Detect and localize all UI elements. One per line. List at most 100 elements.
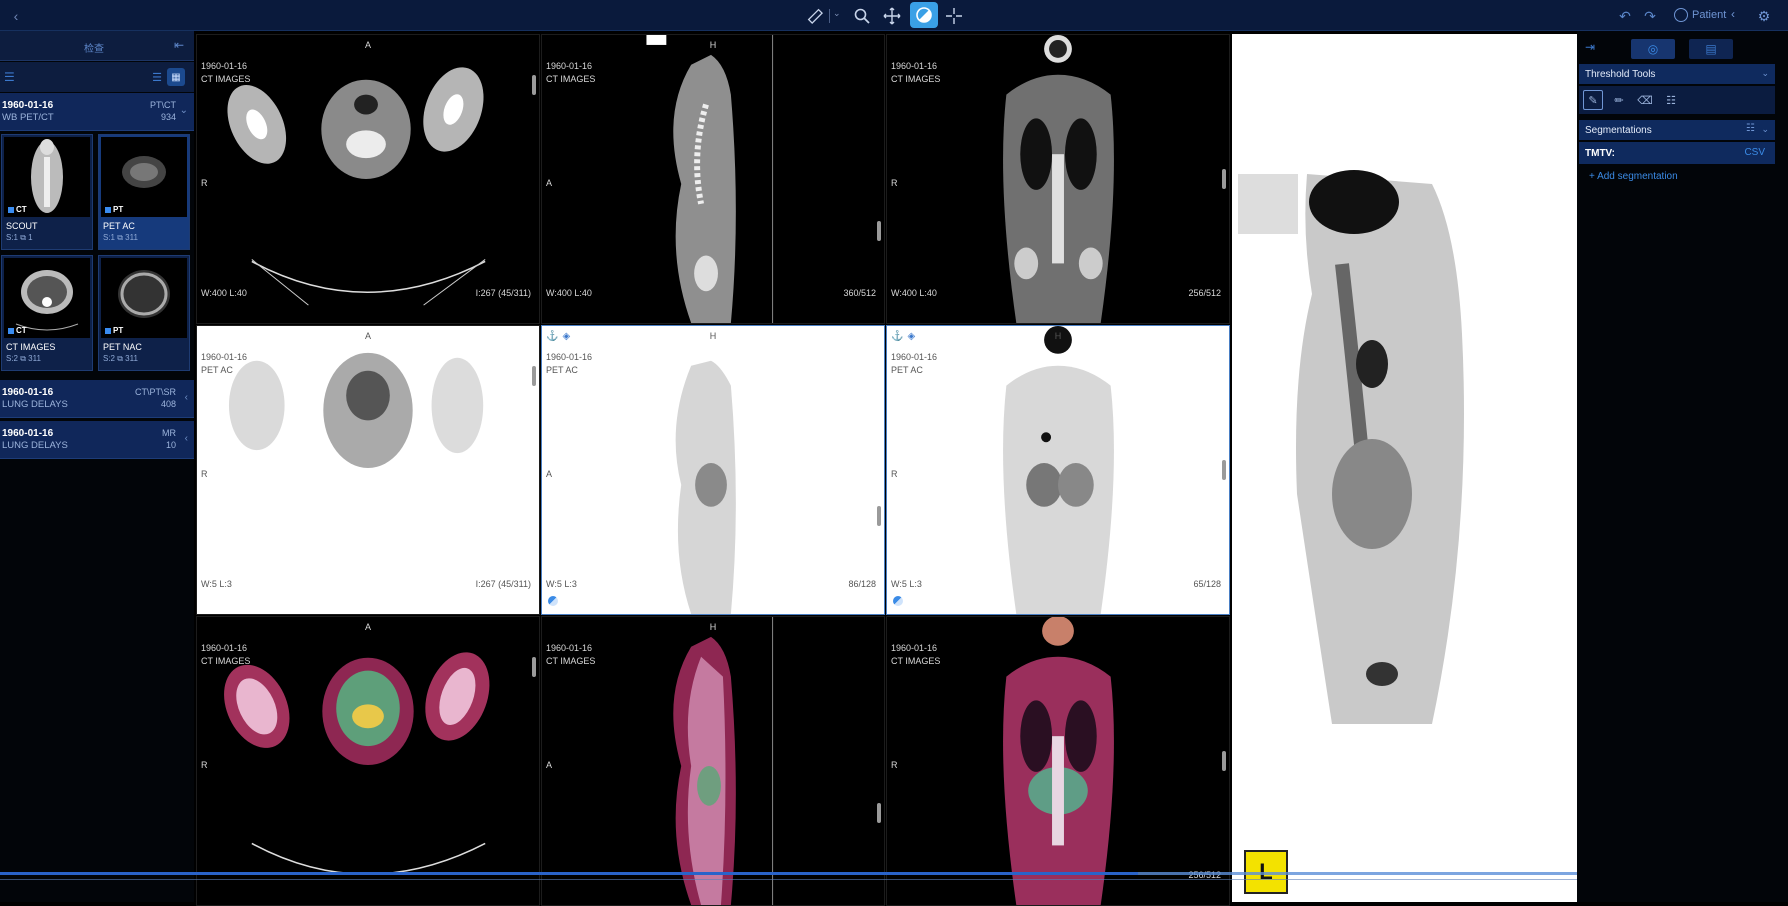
- orientation-top: A: [364, 331, 371, 341]
- series-name: CT IMAGES: [6, 342, 56, 352]
- colormap-icon[interactable]: [548, 596, 558, 606]
- viewport-scrollbar[interactable]: [1222, 460, 1226, 480]
- chevron-down-icon[interactable]: ⌄: [1761, 68, 1769, 79]
- slice-index: I:267 (45/311): [475, 288, 531, 298]
- orientation-left: A: [546, 178, 553, 188]
- viewport-series: PET AC: [546, 365, 578, 375]
- patient-chevron-icon[interactable]: ‹: [1731, 7, 1735, 21]
- tool-dropdown-caret-icon[interactable]: ⌄: [833, 8, 841, 19]
- study-modalities: CT\PT\SR: [134, 387, 176, 397]
- series-thumbnail[interactable]: PT PET NAC S:2 ⧉ 311: [98, 255, 190, 371]
- viewport-scrollbar[interactable]: [1222, 751, 1226, 771]
- report-tab-icon[interactable]: ▤: [1689, 39, 1733, 59]
- viewport-ct-sagittal[interactable]: H 1960-01-16 CT IMAGES A W:400 L:40 360/…: [541, 34, 885, 324]
- chevron-left-icon[interactable]: ‹: [185, 392, 188, 403]
- add-segmentation-button[interactable]: + Add segmentation: [1589, 171, 1678, 182]
- series-thumbnail[interactable]: PT PET AC S:1 ⧉ 311: [98, 134, 190, 250]
- viewport-grid: A 1960-01-16 CT IMAGES R W:400 L:40 I:26…: [196, 34, 1232, 906]
- modality-badge: PT: [105, 326, 123, 335]
- viewport-scrollbar[interactable]: [532, 366, 536, 386]
- viewport-fusion-coronal[interactable]: 1960-01-16 CT IMAGES R 256/512: [886, 616, 1230, 906]
- pan-icon[interactable]: [880, 4, 904, 28]
- viewport-fusion-axial[interactable]: A 1960-01-16 CT IMAGES R: [196, 616, 540, 906]
- ruler-icon[interactable]: [803, 4, 827, 28]
- viewport-series: CT IMAGES: [201, 74, 251, 84]
- threshold-brush-icon[interactable]: ✎: [1583, 90, 1603, 110]
- series-meta: S:1 ⧉ 1: [6, 233, 33, 242]
- undo-icon[interactable]: ↶: [1613, 4, 1637, 28]
- study-item[interactable]: 1960-01-16 WB PET/CT PT\CT 934 ⌄: [0, 93, 194, 131]
- segmentation-tab-icon[interactable]: ◎: [1631, 39, 1675, 59]
- study-modalities: PT\CT: [150, 100, 176, 110]
- redo-icon[interactable]: ↷: [1638, 4, 1662, 28]
- crosshair-icon[interactable]: [942, 4, 966, 28]
- threshold-tools-header[interactable]: Threshold Tools ⌄: [1579, 64, 1775, 84]
- orientation-left: R: [201, 760, 208, 770]
- window-level-readout: W:400 L:40: [546, 288, 592, 298]
- pet-coronal-image: [1003, 326, 1114, 614]
- viewport-scrollbar[interactable]: [877, 221, 881, 241]
- sliders-icon[interactable]: ☷: [1746, 123, 1755, 134]
- pet-sagittal-image: [675, 360, 736, 614]
- viewport-date: 1960-01-16: [891, 643, 938, 653]
- viewport-pet-coronal[interactable]: ⚓◈ H 1960-01-16 PET AC R W:5 L:3 65/128: [886, 325, 1230, 615]
- modality-badge: CT: [8, 326, 27, 335]
- viewport-fusion-sagittal[interactable]: H 1960-01-16 CT IMAGES A: [541, 616, 885, 906]
- gear-icon[interactable]: ⚙: [1752, 4, 1776, 28]
- viewport-date: 1960-01-16: [546, 352, 593, 362]
- viewport-series: CT IMAGES: [546, 74, 596, 84]
- study-item[interactable]: 1960-01-16 LUNG DELAYS CT\PT\SR 408 ‹: [0, 380, 194, 418]
- sliders-icon[interactable]: ☷: [1661, 90, 1681, 110]
- patient-button[interactable]: Patient: [1674, 6, 1726, 24]
- study-description: LUNG DELAYS: [2, 399, 68, 410]
- viewport-series: CT IMAGES: [201, 656, 251, 666]
- filter-sliders-icon[interactable]: ☰: [4, 70, 15, 84]
- chevron-down-icon[interactable]: ⌄: [1761, 124, 1769, 135]
- viewport-ct-axial[interactable]: A 1960-01-16 CT IMAGES R W:400 L:40 I:26…: [196, 34, 540, 324]
- study-count: 10: [165, 440, 176, 450]
- viewport-pet-sagittal[interactable]: ⚓◈ H 1960-01-16 PET AC A W:5 L:3 86/128: [541, 325, 885, 615]
- study-item[interactable]: 1960-01-16 LUNG DELAYS MR 10 ‹: [0, 421, 194, 459]
- viewport-ct-coronal[interactable]: 1960-01-16 CT IMAGES R W:400 L:40 256/51…: [886, 34, 1230, 324]
- top-toolbar: ‹ ⌄ ↶ ↷ Patient ‹ ⚙: [0, 0, 1788, 31]
- list-view-icon[interactable]: ☰: [149, 69, 165, 85]
- viewport-series: PET AC: [891, 365, 923, 375]
- eraser-icon[interactable]: ⌫: [1635, 90, 1655, 110]
- export-csv-link[interactable]: CSV: [1744, 147, 1765, 158]
- back-chevron-icon[interactable]: ‹: [4, 4, 28, 28]
- viewport-scrollbar[interactable]: [532, 75, 536, 95]
- mip-viewport[interactable]: [1232, 34, 1577, 902]
- series-meta: S:2 ⧉ 311: [6, 354, 41, 363]
- viewport-scrollbar[interactable]: [877, 803, 881, 823]
- viewport-pet-axial[interactable]: A 1960-01-16 PET AC R W:5 L:3 I:267 (45/…: [196, 325, 540, 615]
- brush-icon[interactable]: ✏: [1609, 90, 1629, 110]
- studies-tab[interactable]: 检查 ⇤: [0, 31, 194, 61]
- window-level-icon[interactable]: [910, 2, 938, 28]
- series-thumbnail[interactable]: CT CT IMAGES S:2 ⧉ 311: [1, 255, 93, 371]
- series-name: PET NAC: [103, 342, 142, 352]
- chevron-left-icon[interactable]: ‹: [185, 433, 188, 444]
- study-date: 1960-01-16: [2, 428, 54, 439]
- viewport-series: CT IMAGES: [891, 74, 941, 84]
- modality-badge: PT: [105, 205, 123, 214]
- colormap-icon[interactable]: [893, 596, 903, 606]
- chevron-down-icon[interactable]: ⌄: [180, 105, 188, 116]
- zoom-icon[interactable]: [850, 4, 874, 28]
- orientation-left: R: [891, 178, 898, 188]
- collapse-panel-icon[interactable]: ⇤: [174, 38, 184, 52]
- slice-index: 86/128: [848, 579, 876, 589]
- viewport-scrollbar[interactable]: [1222, 169, 1226, 189]
- expand-panel-icon[interactable]: ⇥: [1585, 40, 1595, 54]
- study-count: 408: [160, 399, 176, 409]
- grid-view-icon[interactable]: ▦: [167, 68, 185, 86]
- viewport-scrollbar[interactable]: [877, 506, 881, 526]
- series-thumbnail[interactable]: CT SCOUT S:1 ⧉ 1: [1, 134, 93, 250]
- modality-badge: CT: [8, 205, 27, 214]
- segmentations-header[interactable]: Segmentations ☷ ⌄: [1579, 120, 1775, 140]
- segment-row[interactable]: TMTV: CSV: [1579, 142, 1775, 164]
- viewport-scrollbar[interactable]: [532, 657, 536, 677]
- window-level-readout: W:5 L:3: [201, 579, 232, 589]
- viewport-date: 1960-01-16: [201, 352, 248, 362]
- study-browser-panel: 检查 ⇤ ☰ ☰ ▦ 1960-01-16 WB PET/CT PT\CT 93…: [0, 31, 194, 902]
- series-meta: S:2 ⧉ 311: [103, 354, 138, 363]
